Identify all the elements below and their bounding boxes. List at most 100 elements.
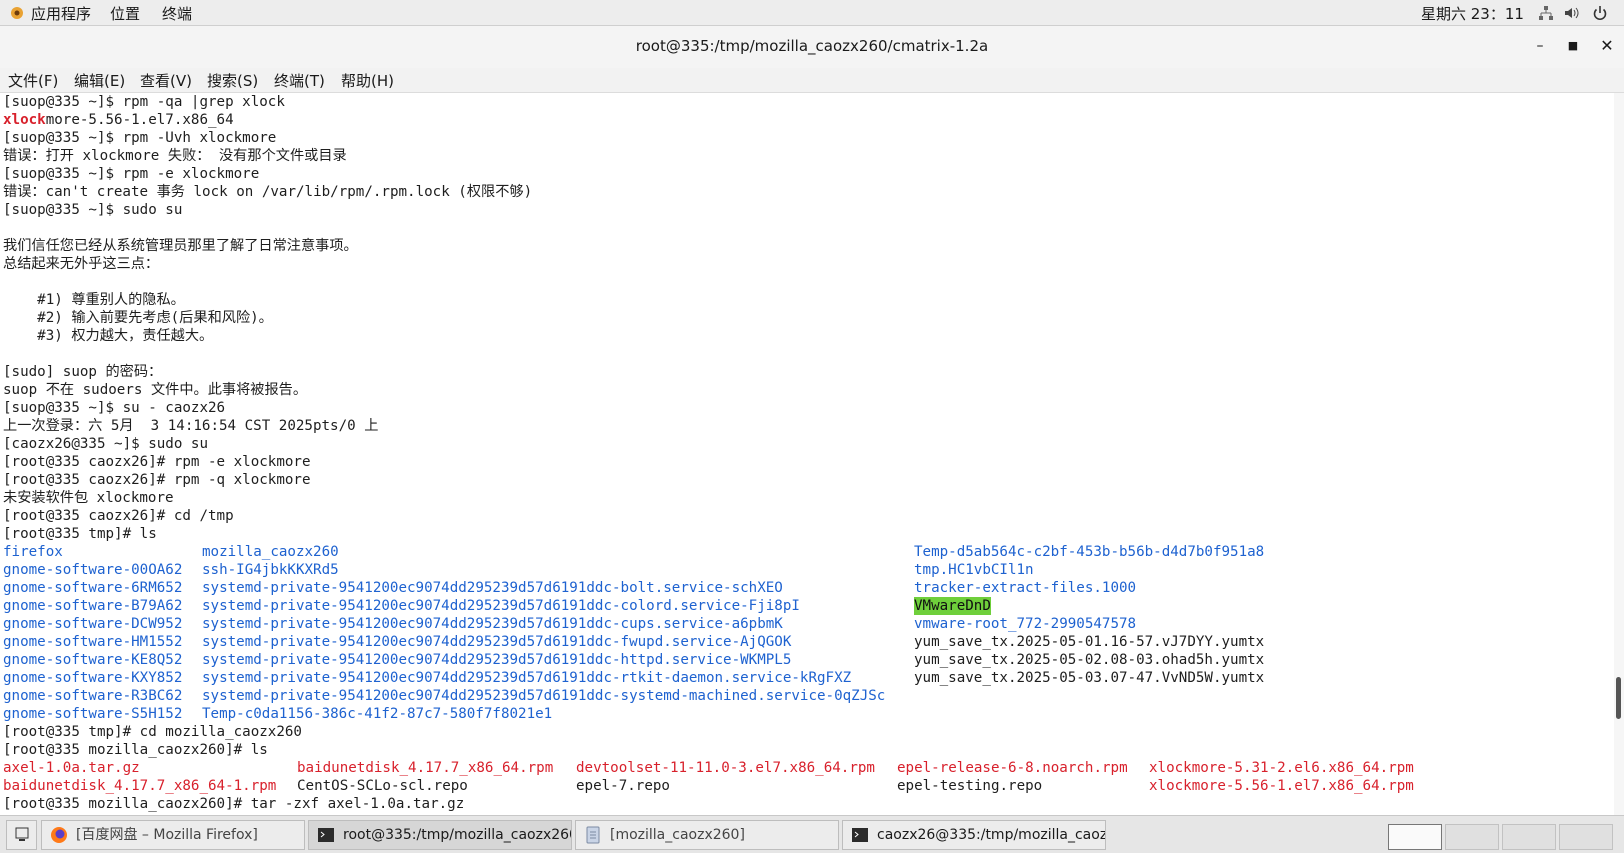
terminal-output[interactable]: [suop@335 ~]$ rpm -qa |grep xlock xlockmo… — [0, 93, 1614, 815]
ls-entry: xlockmore-5.56-1.el7.x86_64.rpm — [1149, 778, 1414, 794]
taskbar: [百度网盘 – Mozilla Firefox] root@335:/tmp/m… — [0, 815, 1624, 853]
ls-entry: firefox — [3, 544, 63, 560]
terminal-line: [root@335 caozx26]# cd /tmp — [3, 508, 234, 524]
terminal-line: [root@335 caozx26]# rpm -q xlockmore — [3, 472, 311, 488]
terminal-icon — [318, 828, 334, 842]
ls-entry: devtoolset-11-11.0-3.el7.x86_64.rpm — [576, 760, 875, 776]
terminal-line: #3) 权力越大，责任越大。 — [3, 328, 214, 344]
task-label: [百度网盘 – Mozilla Firefox] — [76, 827, 258, 843]
terminal-line: [suop@335 ~]$ rpm -Uvh xlockmore — [3, 130, 277, 146]
ls-entry: systemd-private-9541200ec9074dd295239d57… — [202, 688, 886, 704]
terminal-line: [suop@335 ~]$ rpm -qa |grep xlock — [3, 94, 285, 110]
scrollbar-thumb[interactable] — [1616, 677, 1621, 719]
terminal-line: 未安装软件包 xlockmore — [3, 490, 174, 506]
ls-entry: epel-release-6-8.noarch.rpm — [897, 760, 1128, 776]
task-label: [mozilla_caozx260] — [610, 827, 745, 843]
ls-entry: xlockmore-5.31-2.el6.x86_64.rpm — [1149, 760, 1414, 776]
workspace-2[interactable] — [1445, 824, 1499, 850]
workspace-3[interactable] — [1502, 824, 1556, 850]
menu-terminal[interactable]: 终端(T) — [274, 70, 325, 91]
ls-entry: baidunetdisk_4.17.7_x86_64.rpm — [297, 760, 554, 776]
menubar: 文件(F) 编辑(E) 查看(V) 搜索(S) 终端(T) 帮助(H) — [0, 68, 1624, 93]
ls-entry: gnome-software-00OA62 — [3, 562, 183, 578]
ls-entry: systemd-private-9541200ec9074dd295239d57… — [202, 670, 852, 686]
minimize-button[interactable]: – — [1531, 37, 1549, 55]
network-icon[interactable] — [1538, 5, 1554, 21]
ls-entry: tracker-extract-files.1000 — [914, 580, 1137, 596]
menu-search[interactable]: 搜索(S) — [207, 70, 258, 91]
terminal-line: #1) 尊重别人的隐私。 — [3, 292, 185, 308]
places-menu[interactable]: 位置 — [110, 3, 140, 24]
ls-entry: systemd-private-9541200ec9074dd295239d57… — [202, 652, 792, 668]
ls-entry: Temp-d5ab564c-c2bf-453b-b56b-d4d7b0f951a… — [914, 544, 1265, 560]
volume-icon[interactable] — [1563, 5, 1579, 21]
task-label: caozx26@335:/tmp/mozilla_caozx… — [877, 827, 1106, 843]
terminal-line: 上一次登录：六 5月 3 14:16:54 CST 2025pts/0 上 — [3, 418, 379, 434]
menu-edit[interactable]: 编辑(E) — [74, 70, 125, 91]
ls-entry: gnome-software-S5H152 — [3, 706, 183, 722]
terminal-line: 我们信任您已经从系统管理员那里了解了日常注意事项。 — [3, 238, 358, 254]
ls-entry: gnome-software-DCW952 — [3, 616, 183, 632]
terminal-line: [suop@335 ~]$ su - caozx26 — [3, 400, 226, 416]
window-title: root@335:/tmp/mozilla_caozx260/cmatrix-1… — [635, 37, 989, 55]
terminal-line: 错误：can't create 事务 lock on /var/lib/rpm/… — [3, 184, 533, 200]
menu-file[interactable]: 文件(F) — [8, 70, 58, 91]
ls-entry: VMwareDnD — [914, 597, 991, 615]
ls-entry: baidunetdisk_4.17.7_x86_64-1.rpm — [3, 778, 277, 794]
terminal-line: [caozx26@335 ~]$ sudo su — [3, 436, 208, 452]
terminal-line: [suop@335 ~]$ rpm -e xlockmore — [3, 166, 260, 182]
maximize-button[interactable]: ■ — [1564, 37, 1582, 55]
terminal-line: [root@335 tmp]# cd mozilla_caozx260 — [3, 724, 302, 740]
terminal-app-menu[interactable]: 终端 — [162, 3, 192, 24]
ls-entry: gnome-software-B79A62 — [3, 598, 183, 614]
terminal-line: [suop@335 ~]$ sudo su — [3, 202, 183, 218]
top-bar: 应用程序 位置 终端 星期六 23：11 — [0, 0, 1624, 26]
ls-entry: gnome-software-KE8Q52 — [3, 652, 183, 668]
ls-entry: ssh-IG4jbkKKXRd5 — [202, 562, 339, 578]
show-desktop-button[interactable] — [6, 820, 37, 850]
firefox-icon — [51, 827, 67, 843]
terminal-line: [sudo] suop 的密码： — [3, 364, 163, 380]
terminal-icon — [852, 828, 868, 842]
power-icon[interactable] — [1592, 5, 1608, 21]
ls-entry: tmp.HC1vbCIl1n — [914, 562, 1034, 578]
ls-entry: yum_save_tx.2025-05-01.16-57.vJ7DYY.yumt… — [914, 634, 1265, 650]
ls-entry: systemd-private-9541200ec9074dd295239d57… — [202, 598, 800, 614]
task-caozx26-terminal[interactable]: caozx26@335:/tmp/mozilla_caozx… — [842, 820, 1106, 850]
ls-entry: Temp-c0da1156-386c-41f2-87c7-580f7f8021e… — [202, 706, 553, 722]
ls-entry: axel-1.0a.tar.gz — [3, 760, 140, 776]
ls-entry: systemd-private-9541200ec9074dd295239d57… — [202, 634, 792, 650]
ls-entry: gnome-software-R3BC62 — [3, 688, 183, 704]
grep-rest: more-5.56-1.el7.x86_64 — [45, 112, 234, 128]
terminal-line: [root@335 caozx26]# rpm -e xlockmore — [3, 454, 311, 470]
terminal-line: suop 不在 sudoers 文件中。此事将被报告。 — [3, 382, 308, 398]
applications-menu[interactable]: 应用程序 — [31, 3, 91, 24]
task-firefox[interactable]: [百度网盘 – Mozilla Firefox] — [41, 820, 305, 850]
task-file-manager[interactable]: [mozilla_caozx260] — [575, 820, 839, 850]
ls-entry: yum_save_tx.2025-05-02.08-03.ohad5h.yumt… — [914, 652, 1265, 668]
menu-help[interactable]: 帮助(H) — [341, 70, 394, 91]
close-button[interactable]: ✕ — [1598, 37, 1616, 55]
ls-entry: epel-testing.repo — [897, 778, 1043, 794]
window-titlebar[interactable]: root@335:/tmp/mozilla_caozx260/cmatrix-1… — [0, 26, 1624, 69]
task-root-terminal[interactable]: root@335:/tmp/mozilla_caozx260/… — [308, 820, 572, 850]
terminal-line: xlockmore-5.56-1.el7.x86_64 — [3, 111, 234, 129]
ls-entry: epel-7.repo — [576, 778, 670, 794]
workspace-1[interactable] — [1388, 824, 1442, 850]
terminal-line: [root@335 mozilla_caozx260]# tar -zxf ax… — [3, 796, 465, 812]
clock[interactable]: 星期六 23：11 — [1421, 3, 1524, 24]
terminal-line: #2) 输入前要先考虑(后果和风险)。 — [3, 310, 273, 326]
grep-match: xlock — [3, 112, 46, 128]
terminal-line: [root@335 mozilla_caozx260]# ls — [3, 742, 268, 758]
workspace-4[interactable] — [1559, 824, 1613, 850]
ls-entry: CentOS-SCLo-scl.repo — [297, 778, 468, 794]
terminal-line: 总结起来无外乎这三点： — [3, 256, 160, 272]
desktop-icon — [15, 827, 29, 841]
ls-entry: vmware-root_772-2990547578 — [914, 616, 1137, 632]
ls-entry: gnome-software-KXY852 — [3, 670, 183, 686]
ls-entry: gnome-software-HM1552 — [3, 634, 183, 650]
menu-view[interactable]: 查看(V) — [140, 70, 192, 91]
ls-entry: mozilla_caozx260 — [202, 544, 339, 560]
file-manager-icon — [586, 826, 600, 844]
ls-entry: systemd-private-9541200ec9074dd295239d57… — [202, 616, 783, 632]
